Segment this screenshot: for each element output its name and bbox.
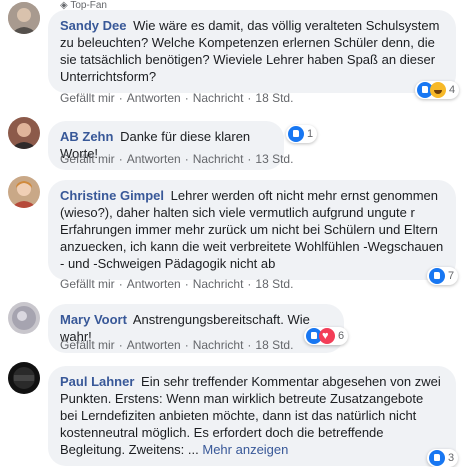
like-reaction-icon xyxy=(429,450,445,466)
like-link[interactable]: Gefällt mir xyxy=(60,277,115,291)
reaction-count: 7 xyxy=(448,270,455,282)
avatar[interactable] xyxy=(8,362,40,394)
comment-author[interactable]: AB Zehn xyxy=(60,129,113,144)
like-link[interactable]: Gefällt mir xyxy=(60,91,115,105)
reply-link[interactable]: Antworten xyxy=(127,91,181,105)
reaction-count: 1 xyxy=(307,128,314,140)
reaction-summary[interactable]: 1 xyxy=(286,125,318,143)
timestamp[interactable]: 18 Std. xyxy=(255,277,293,291)
reaction-summary[interactable]: 4 xyxy=(415,81,460,99)
timestamp[interactable]: 13 Std. xyxy=(255,152,293,166)
avatar[interactable] xyxy=(8,176,40,208)
message-link[interactable]: Nachricht xyxy=(193,277,244,291)
haha-reaction-icon xyxy=(430,82,446,98)
like-reaction-icon xyxy=(288,126,304,142)
comment-author[interactable]: Christine Gimpel xyxy=(60,188,164,203)
like-link[interactable]: Gefällt mir xyxy=(60,152,115,166)
show-more-link[interactable]: Mehr anzeigen xyxy=(202,442,288,457)
comment-bubble: Sandy Dee Wie wäre es damit, das völlig … xyxy=(48,10,456,93)
reaction-count: 4 xyxy=(449,84,456,96)
comment-bubble: Christine Gimpel Lehrer werden oft nicht… xyxy=(48,180,456,280)
reaction-summary[interactable]: 6 xyxy=(304,327,349,345)
message-link[interactable]: Nachricht xyxy=(193,152,244,166)
timestamp[interactable]: 18 Std. xyxy=(255,338,293,352)
reply-link[interactable]: Antworten xyxy=(127,338,181,352)
reaction-count: 6 xyxy=(338,330,345,342)
message-link[interactable]: Nachricht xyxy=(193,91,244,105)
like-reaction-icon xyxy=(429,268,445,284)
timestamp[interactable]: 18 Std. xyxy=(255,91,293,105)
comment-actions: Gefällt mir · Antworten · Nachricht · 18 Std. xyxy=(60,338,294,352)
love-reaction-icon xyxy=(319,328,335,344)
reaction-summary[interactable]: 7 xyxy=(427,267,459,285)
avatar[interactable] xyxy=(8,302,40,334)
like-link[interactable]: Gefällt mir xyxy=(60,338,115,352)
comment-author[interactable]: Mary Voort xyxy=(60,312,127,327)
comment-actions: Gefällt mir · Antworten · Nachricht · 13 Std. xyxy=(60,152,294,166)
comment-actions: Gefällt mir · Antworten · Nachricht · 18 Std. xyxy=(60,91,294,105)
comment-bubble: Paul Lahner Ein sehr treffender Kommenta… xyxy=(48,366,456,466)
comment-author[interactable]: Paul Lahner xyxy=(60,374,134,389)
message-link[interactable]: Nachricht xyxy=(193,338,244,352)
comment-author[interactable]: Sandy Dee xyxy=(60,18,126,33)
reply-link[interactable]: Antworten xyxy=(127,277,181,291)
avatar[interactable] xyxy=(8,117,40,149)
reaction-summary[interactable]: 3 xyxy=(427,449,459,467)
avatar[interactable] xyxy=(8,2,40,34)
reaction-count: 3 xyxy=(448,452,455,464)
comment-actions: Gefällt mir · Antworten · Nachricht · 18 Std. xyxy=(60,277,294,291)
reply-link[interactable]: Antworten xyxy=(127,152,181,166)
